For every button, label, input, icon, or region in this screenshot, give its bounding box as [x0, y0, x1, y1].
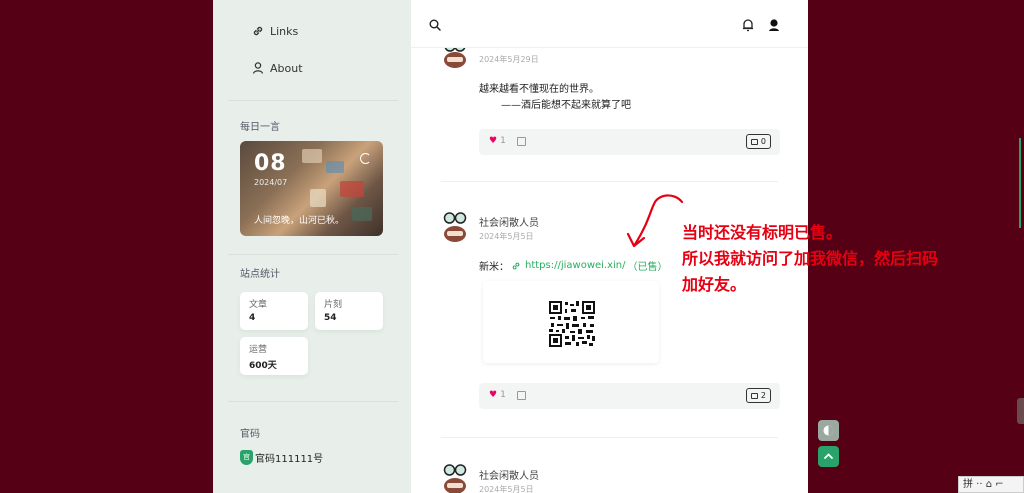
photo-patch	[352, 207, 372, 221]
stat-value: 4	[249, 313, 256, 323]
photo-patch	[340, 181, 364, 197]
photo-patch	[310, 189, 326, 207]
stat-label: 片刻	[324, 300, 343, 310]
comment-count: 2	[760, 390, 766, 400]
side-indicator	[1019, 138, 1021, 228]
comment-button[interactable]: 2	[745, 388, 771, 403]
like-count: 1	[500, 390, 506, 400]
bell-icon[interactable]	[742, 18, 754, 32]
post-actions: ♥ 1 0	[479, 129, 780, 155]
quote-day: 08	[254, 151, 287, 176]
divider	[228, 254, 398, 255]
icp-title: 官码	[240, 429, 260, 440]
like-button[interactable]: ♥ 1	[489, 390, 506, 400]
daily-quote-card[interactable]: 08 2024/07 人间忽晚，山河已秋。	[240, 141, 383, 236]
post-text-line: 越来越看不懂现在的世界。	[479, 84, 599, 95]
post-date: 2024年5月5日	[479, 485, 534, 493]
stat-card-articles: 文章 4	[240, 292, 308, 330]
comment-icon	[750, 392, 758, 399]
user-icon	[252, 62, 264, 74]
stat-label: 运营	[249, 345, 268, 355]
divider	[228, 401, 398, 402]
post-link[interactable]: https://jiawowei.xin/	[525, 260, 626, 271]
comment-icon	[750, 138, 758, 145]
nav-about[interactable]: About	[251, 61, 303, 75]
icp-text: 官码111111号	[255, 454, 324, 465]
post-author[interactable]: 社会闲散人员	[479, 467, 539, 482]
daily-quote-title: 每日一言	[240, 122, 280, 133]
post-date: 2024年5月29日	[479, 55, 539, 64]
like-button[interactable]: ♥ 1	[489, 136, 506, 146]
link-icon	[512, 262, 520, 269]
annotation-line: 当时还没有标明已售。	[682, 223, 843, 242]
photo-patch	[302, 149, 322, 163]
post-text-line: ——酒后能想不起来就算了吧	[501, 100, 631, 111]
refresh-icon[interactable]	[360, 153, 371, 164]
nav-about-label: About	[270, 61, 303, 75]
user-icon[interactable]	[768, 18, 780, 32]
post-separator	[441, 437, 778, 438]
back-to-top-button[interactable]	[818, 446, 839, 467]
post-image[interactable]	[483, 281, 659, 363]
theme-icon	[823, 425, 834, 436]
nav-links[interactable]: Links	[251, 24, 298, 38]
post-date: 2024年5月5日	[479, 232, 534, 241]
post-author[interactable]: 社会闲散人员	[479, 214, 539, 229]
quote-text: 人间忽晚，山河已秋。	[254, 216, 345, 226]
annotation-line: 所以我就访问了加我微信，然后扫码	[682, 249, 939, 268]
stat-value: 600天	[249, 361, 277, 371]
post-actions: ♥ 1 2	[479, 383, 780, 409]
search-icon[interactable]	[429, 19, 441, 31]
link-icon	[253, 26, 263, 36]
annotation-text: 当时还没有标明已售。 所以我就访问了加我微信，然后扫码 加好友。	[682, 220, 938, 298]
nav-links-label: Links	[270, 24, 299, 38]
stat-card-moments: 片刻 54	[315, 292, 383, 330]
post-link-line: 新米： https://jiawowei.xin/ （已售）	[479, 258, 668, 273]
shield-icon: 官	[240, 450, 253, 465]
avatar[interactable]	[441, 463, 469, 493]
sidebar: Links About 每日一言 08 2024/07 人间忽晚，山河已秋。 站…	[213, 0, 411, 493]
share-icon[interactable]	[517, 137, 526, 146]
comment-button[interactable]: 0	[745, 134, 771, 149]
post-prefix: 新米：	[479, 262, 509, 273]
avatar[interactable]	[441, 211, 469, 243]
chevron-up-icon	[824, 453, 833, 459]
edge-handle[interactable]	[1017, 398, 1024, 424]
ime-toolbar[interactable]: 拼 ·· ⌂ ⌐	[958, 476, 1024, 493]
quote-month: 2024/07	[254, 178, 288, 187]
stat-label: 文章	[249, 300, 268, 310]
comment-count: 0	[760, 136, 766, 146]
sold-tag: （已售）	[627, 262, 668, 273]
annotation-arrow	[626, 194, 684, 248]
post-separator	[441, 181, 778, 182]
theme-toggle-button[interactable]	[818, 420, 839, 441]
like-count: 1	[500, 136, 506, 146]
icp-record[interactable]: 官 官码111111号	[240, 450, 323, 465]
divider	[228, 100, 398, 101]
qr-code	[548, 300, 596, 348]
photo-patch	[326, 161, 344, 173]
share-icon[interactable]	[517, 391, 526, 400]
stats-title: 站点统计	[240, 269, 280, 280]
stat-value: 54	[324, 313, 337, 323]
annotation-line: 加好友。	[682, 275, 747, 294]
top-bar	[411, 0, 808, 48]
stat-card-uptime: 运营 600天	[240, 337, 308, 375]
